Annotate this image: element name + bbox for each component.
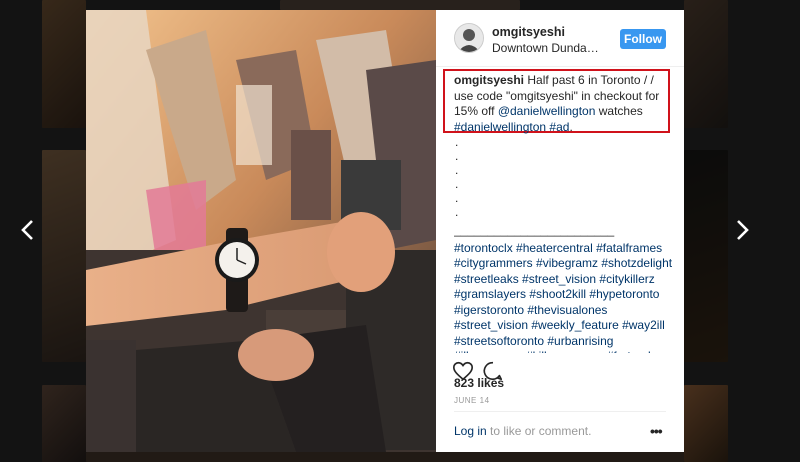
caption-text-part: watches xyxy=(595,104,643,118)
follow-button[interactable]: Follow xyxy=(620,29,666,49)
hashtag-link[interactable]: #ad xyxy=(549,120,569,134)
hashtag-list[interactable]: #torontoclx #heatercentral #fatalframes … xyxy=(454,241,674,354)
caption-text-part: . xyxy=(569,119,573,134)
mention-link[interactable]: @danielwellington xyxy=(498,104,596,118)
dot-line: . xyxy=(455,177,459,191)
caption-username[interactable]: omgitsyeshi xyxy=(454,73,524,87)
login-text: to like or comment. xyxy=(486,424,592,438)
avatar[interactable] xyxy=(454,23,484,53)
dot-line: . xyxy=(455,163,459,177)
post-photo xyxy=(86,10,436,452)
dot-line: . xyxy=(455,205,459,219)
username-link[interactable]: omgitsyeshi xyxy=(492,25,565,39)
post-side-panel: omgitsyeshi Downtown Dundas S... Follow … xyxy=(436,10,684,452)
post-header: omgitsyeshi Downtown Dundas S... Follow xyxy=(436,10,684,67)
likes-count[interactable]: 823 likes xyxy=(454,376,504,390)
dot-line: . xyxy=(455,191,459,205)
hashtag-link[interactable]: #danielwellington xyxy=(454,120,546,134)
chevron-right-icon[interactable] xyxy=(730,218,754,246)
dot-line: . xyxy=(455,135,459,149)
caption-text: omgitsyeshi Half past 6 in Toronto / / u… xyxy=(454,73,674,135)
location-link[interactable]: Downtown Dundas S... xyxy=(492,41,604,55)
divider xyxy=(454,411,666,412)
post-modal: omgitsyeshi Downtown Dundas S... Follow … xyxy=(86,10,684,452)
comments-area[interactable]: omgitsyeshi Half past 6 in Toronto / / u… xyxy=(454,73,674,353)
caption-dots: . . . . . . xyxy=(454,135,674,219)
login-link[interactable]: Log in xyxy=(454,424,487,438)
dot-line: . xyxy=(455,149,459,163)
separator-line: ________________________ xyxy=(454,223,615,237)
more-options-icon[interactable]: ••• xyxy=(650,423,663,439)
chevron-left-icon[interactable] xyxy=(16,218,40,246)
login-prompt: Log in to like or comment. xyxy=(454,424,591,438)
post-date: JUNE 14 xyxy=(454,396,490,405)
